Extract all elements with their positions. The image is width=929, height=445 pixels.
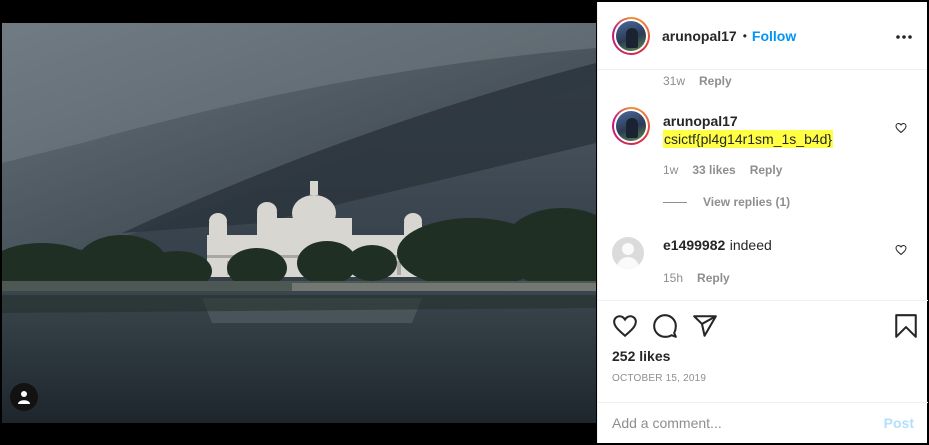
- post-photo[interactable]: [2, 23, 596, 423]
- person-icon: [18, 391, 30, 404]
- post-header: arunopal17 • Follow: [598, 2, 927, 70]
- commenter-avatar[interactable]: [612, 237, 644, 269]
- heart-icon: [895, 244, 907, 256]
- more-icon: [896, 34, 912, 39]
- follow-button[interactable]: Follow: [752, 28, 796, 44]
- reply-button[interactable]: Reply: [699, 74, 732, 88]
- post-likes[interactable]: 252 likes: [612, 348, 670, 364]
- save-button[interactable]: [894, 313, 918, 344]
- commenter-username[interactable]: e1499982: [663, 237, 725, 253]
- heart-icon: [613, 315, 637, 338]
- post-modal: arunopal17 • Follow 31w Reply arunopal17: [0, 0, 929, 445]
- comment-age: 31w: [663, 74, 686, 88]
- comment-age: 1w: [663, 163, 679, 177]
- post-comment-button[interactable]: Post: [884, 415, 914, 431]
- comment-likes[interactable]: 33 likes: [692, 163, 735, 177]
- view-replies-button[interactable]: View replies (1): [663, 195, 790, 209]
- reply-button[interactable]: Reply: [750, 163, 783, 177]
- comment-text-highlighted: csictf{pl4g14r1sm_1s_b4d}: [663, 130, 834, 148]
- add-comment-bar: Post: [598, 402, 928, 443]
- reply-button[interactable]: Reply: [697, 271, 730, 285]
- post-date: OCTOBER 15, 2019: [612, 373, 707, 384]
- add-comment-input[interactable]: [612, 415, 884, 431]
- commenter-avatar[interactable]: [612, 107, 650, 145]
- comment-age: 15h: [663, 271, 684, 285]
- commenter-username[interactable]: arunopal17: [663, 113, 883, 129]
- comment-icon: [653, 314, 677, 338]
- comment-button[interactable]: [652, 313, 678, 344]
- author-username[interactable]: arunopal17: [662, 28, 737, 44]
- comment-meta: 1w 33 likes Reply: [663, 163, 883, 177]
- comment-meta: 15h Reply: [663, 271, 883, 285]
- share-icon: [693, 315, 717, 337]
- divider-line: [663, 201, 687, 203]
- like-button[interactable]: [612, 313, 638, 344]
- tagged-users-button[interactable]: [10, 383, 38, 411]
- comment-text: indeed: [729, 237, 772, 253]
- share-button[interactable]: [692, 313, 718, 344]
- comments-list[interactable]: 31w Reply arunopal17 csictf{pl4g14r1sm_1…: [598, 71, 928, 301]
- like-comment-button[interactable]: [895, 243, 907, 261]
- author-avatar[interactable]: [612, 16, 650, 55]
- post-actions: 252 likes OCTOBER 15, 2019: [598, 300, 928, 396]
- heart-icon: [895, 122, 907, 134]
- more-options-button[interactable]: [895, 27, 913, 45]
- like-comment-button[interactable]: [895, 121, 907, 139]
- bookmark-icon: [895, 314, 917, 338]
- view-replies-label: View replies (1): [703, 195, 791, 209]
- separator-dot: •: [742, 28, 747, 43]
- post-sidebar: arunopal17 • Follow 31w Reply arunopal17: [597, 2, 928, 443]
- victoria-memorial-photo: [2, 23, 596, 423]
- previous-comment-meta: 31w Reply: [663, 74, 732, 88]
